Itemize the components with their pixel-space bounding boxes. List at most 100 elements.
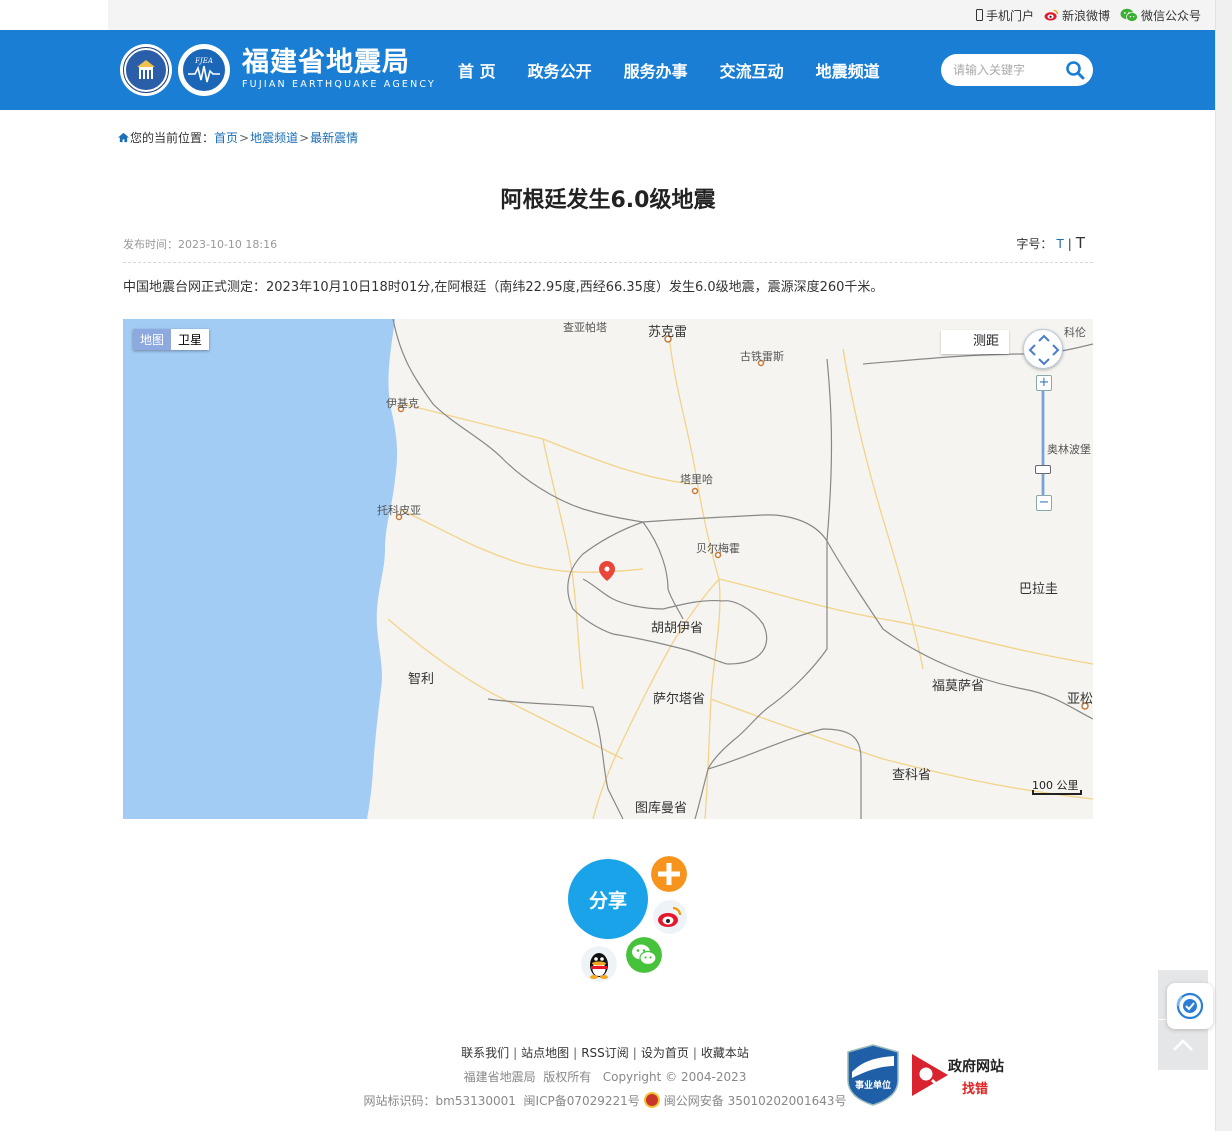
emblem-building-icon xyxy=(137,60,155,79)
police-badge-icon xyxy=(643,1092,660,1108)
footer-rights: 版权所有 xyxy=(543,1070,592,1084)
zoom-in-button[interactable]: + xyxy=(1036,375,1052,391)
map-label-olivo: 奥林波堡 xyxy=(1047,443,1091,456)
map-type-map-button[interactable]: 地图 xyxy=(133,329,172,350)
logo-english-name: FUJIAN EARTHQUAKE AGENCY xyxy=(242,79,437,90)
pan-arrows-icon xyxy=(1028,334,1060,366)
footer-owner: 福建省地震局 xyxy=(463,1070,536,1084)
article-title: 阿根廷发生6.0级地震 xyxy=(500,188,716,213)
fjea-emblem-icon: FJEA xyxy=(178,44,230,96)
map-label-chaco: 查科省 xyxy=(892,768,932,783)
map-type-satellite-button[interactable]: 卫星 xyxy=(171,329,210,350)
wechat-label: 微信公众号 xyxy=(1140,8,1201,23)
nav-government-affairs[interactable]: 政务公开 xyxy=(528,58,592,82)
breadcrumb-prefix: 您的当前位置： xyxy=(130,131,215,145)
footer-link-contact[interactable]: 联系我们 xyxy=(461,1046,509,1060)
accessibility-button[interactable] xyxy=(1167,983,1213,1029)
page-scrollbar[interactable] xyxy=(1215,0,1232,1131)
map-ocean xyxy=(123,319,398,819)
emblem-icon xyxy=(120,44,172,96)
chevron-up-icon xyxy=(1173,1039,1193,1051)
wechat-link[interactable]: 微信公众号 xyxy=(1120,7,1201,24)
breadcrumb-home[interactable]: 首页 xyxy=(214,129,238,146)
wechat-icon[interactable] xyxy=(626,937,662,973)
site-logo[interactable]: FJEA 福建省地震局 FUJIAN EARTHQUAKE AGENCY xyxy=(120,42,436,98)
breadcrumb-earthquake-channel[interactable]: 地震频道 xyxy=(250,129,298,146)
search-input[interactable] xyxy=(953,60,1057,80)
top-links: 手机门户 新浪微博 微信公众号 xyxy=(975,0,1201,30)
magnifier-icon xyxy=(912,1054,948,1096)
measure-distance-button[interactable]: 测距 xyxy=(941,330,1009,354)
footer-police-record[interactable]: 闽公网安备 35010202001643号 xyxy=(664,1094,847,1108)
qq-icon[interactable] xyxy=(581,946,617,982)
map-label-tarija: 塔里哈 xyxy=(680,473,713,486)
publish-label: 发布时间： xyxy=(123,238,178,251)
nav-home[interactable]: 首 页 xyxy=(458,58,496,82)
map-scale-bar xyxy=(1032,790,1082,795)
footer-links: 联系我们 | 站点地图 | RSS订阅 | 设为首页 | 收藏本站 xyxy=(461,1046,749,1060)
font-size-divider: | xyxy=(1067,237,1072,251)
map-label-formosa: 福莫萨省 xyxy=(932,679,985,694)
mobile-portal-link[interactable]: 手机门户 xyxy=(975,7,1034,24)
logo-chinese-name: 福建省地震局 xyxy=(242,47,410,78)
map-label-paraguay: 巴拉圭 xyxy=(1019,582,1059,597)
font-size-label: 字号： xyxy=(1016,237,1053,251)
page: 手机门户 新浪微博 微信公众号 FJEA 福建省地震局 FUJIAN EARTH… xyxy=(0,0,1232,1131)
zoom-slider-thumb[interactable] xyxy=(1035,465,1051,474)
shield-icon: 事业单位 xyxy=(847,1044,899,1106)
zoom-out-button[interactable]: − xyxy=(1036,495,1052,511)
footer-copyright: 福建省地震局 版权所有 Copyright © 2004-2023 xyxy=(360,1065,850,1089)
site-header: FJEA 福建省地震局 FUJIAN EARTHQUAKE AGENCY 首 页… xyxy=(0,30,1215,110)
map-label-jujuy: 胡胡伊省 xyxy=(651,621,704,636)
public-institution-badge[interactable]: 事业单位 xyxy=(846,1044,900,1106)
nav-interaction[interactable]: 交流互动 xyxy=(720,58,784,82)
footer-copyright-years: Copyright © 2004-2023 xyxy=(602,1070,747,1084)
share-button[interactable]: 分享 xyxy=(568,859,648,939)
nav-services[interactable]: 服务办事 xyxy=(624,58,688,82)
article-body: 中国地震台网正式测定：2023年10月10日18时01分,在阿根廷（南纬22.9… xyxy=(123,280,884,295)
map-label-sucre: 苏克雷 xyxy=(648,325,688,340)
seismograph-wave-icon xyxy=(188,65,220,83)
map-label-bermejo: 贝尔梅霍 xyxy=(696,542,740,555)
map-type-switch: 地图 卫星 xyxy=(133,329,210,350)
map-label-tucuman: 图库曼省 xyxy=(635,801,688,816)
weibo-icon[interactable] xyxy=(653,900,687,934)
nav-earthquake-channel[interactable]: 地震频道 xyxy=(816,58,880,82)
phone-icon xyxy=(975,9,983,21)
article-meta: 发布时间：2023-10-10 18:16 字号： T | T xyxy=(123,234,1093,263)
add-icon[interactable] xyxy=(651,856,687,892)
map-zoom-control: + − xyxy=(1035,375,1052,511)
search-icon[interactable] xyxy=(1065,60,1085,80)
weibo-icon xyxy=(1044,9,1059,21)
footer-link-rss[interactable]: RSS订阅 xyxy=(581,1046,629,1060)
zoom-slider-track[interactable] xyxy=(1041,391,1045,495)
map-label-chapaca: 查亚帕塔 xyxy=(563,321,607,334)
font-small-button[interactable]: T xyxy=(1056,237,1063,251)
search-box xyxy=(941,54,1093,86)
gov-website-error-report-badge[interactable]: 政府网站 找错 xyxy=(910,1052,1010,1098)
map-label-kebi: 科伦 xyxy=(1064,326,1086,339)
map-label-iquique: 伊基克 xyxy=(386,397,419,410)
weibo-label: 新浪微博 xyxy=(1061,8,1110,23)
footer-icp[interactable]: 闽ICP备07029221号 xyxy=(524,1094,640,1108)
footer-link-bookmark[interactable]: 收藏本站 xyxy=(701,1046,749,1060)
gov-website-label: 政府网站 xyxy=(948,1059,1004,1075)
font-large-button[interactable]: T xyxy=(1076,234,1085,252)
earthquake-map[interactable]: 查亚帕塔 苏克雷 古铁雷斯 科伦 伊基克 塔里哈 托科皮亚 奥林波堡 贝尔梅霍 … xyxy=(123,319,1093,819)
wechat-icon xyxy=(1120,8,1138,22)
site-footer: 联系我们 | 站点地图 | RSS订阅 | 设为首页 | 收藏本站 福建省地震局 版权所有 Co… xyxy=(360,1041,850,1113)
map-label-tocopilla: 托科皮亚 xyxy=(377,504,421,517)
mobile-portal-label: 手机门户 xyxy=(985,8,1034,23)
breadcrumb-separator: > xyxy=(299,130,310,145)
accessibility-icon xyxy=(1176,992,1204,1020)
breadcrumb-separator: > xyxy=(239,130,250,145)
fjea-emblem-text: FJEA xyxy=(195,57,213,65)
font-size-control: 字号： T | T xyxy=(1016,234,1085,252)
weibo-link[interactable]: 新浪微博 xyxy=(1044,7,1110,24)
logo-text: 福建省地震局 FUJIAN EARTHQUAKE AGENCY xyxy=(242,48,436,92)
breadcrumb-latest-quakes[interactable]: 最新震情 xyxy=(310,129,358,146)
footer-link-set-home[interactable]: 设为首页 xyxy=(641,1046,689,1060)
public-institution-badge-text: 事业单位 xyxy=(855,1079,891,1091)
footer-link-sitemap[interactable]: 站点地图 xyxy=(521,1046,569,1060)
map-pan-control[interactable] xyxy=(1023,329,1063,369)
